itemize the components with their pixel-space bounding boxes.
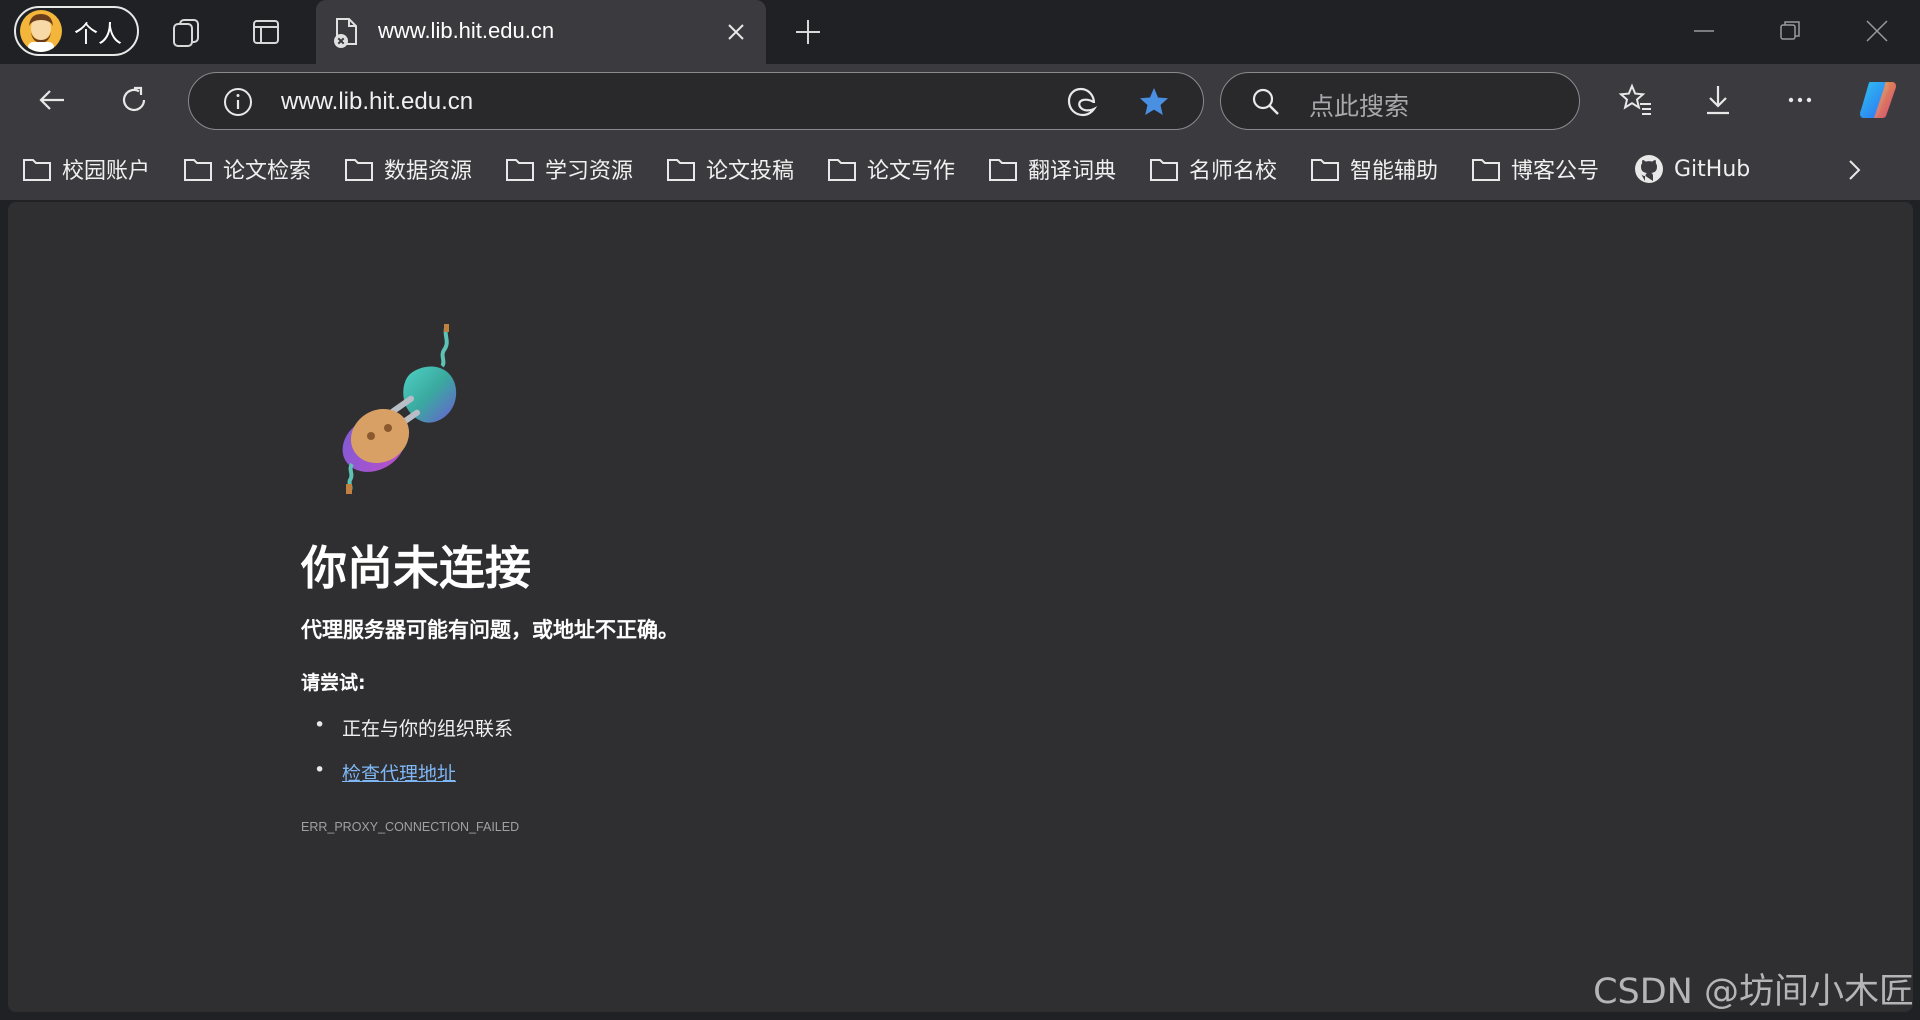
folder-icon <box>828 159 856 181</box>
page-error-icon <box>334 18 357 48</box>
bookmark-label: 学习资源 <box>545 159 634 184</box>
bookmark-folder[interactable]: 论文投稿 <box>666 152 794 186</box>
bookmark-folder[interactable]: 智能辅助 <box>1310 152 1438 186</box>
active-tab[interactable]: www.lib.hit.edu.cn <box>316 0 766 64</box>
bookmark-folder[interactable]: 校园账户 <box>22 152 150 186</box>
page-content: 你尚未连接 代理服务器可能有问题，或地址不正确。 请尝试: 正在与你的组织联系 … <box>8 202 1913 1012</box>
error-title: 你尚未连接 <box>301 541 531 595</box>
workspaces-icon[interactable] <box>168 14 204 50</box>
profile-label: 个人 <box>74 19 122 48</box>
folder-icon <box>1311 159 1339 181</box>
bookmark-label: 数据资源 <box>384 159 473 184</box>
suggestion-text: 正在与你的组织联系 <box>342 718 514 740</box>
error-subtitle: 代理服务器可能有问题，或地址不正确。 <box>301 618 679 642</box>
title-bar: 个人 www.lib.hit.edu.cn <box>0 0 1920 64</box>
favorites-icon[interactable] <box>1618 82 1654 118</box>
bookmark-label: 名师名校 <box>1189 159 1278 184</box>
folder-icon <box>1472 159 1500 181</box>
bookmark-label: 智能辅助 <box>1350 159 1439 184</box>
bookmark-label: 博客公号 <box>1511 159 1600 184</box>
bookmark-folder[interactable]: 翻译词典 <box>988 152 1116 186</box>
github-icon <box>1635 155 1663 183</box>
close-tab-icon[interactable] <box>724 20 748 44</box>
bookmark-folder[interactable]: 论文写作 <box>827 152 955 186</box>
bookmarks-bar: 校园账户 论文检索 数据资源 学习资源 论文投稿 论文写作 翻译词典 名师名校 … <box>0 138 1920 200</box>
folder-icon <box>989 159 1017 181</box>
bookmark-github[interactable]: GitHub <box>1634 152 1750 186</box>
close-window-icon[interactable] <box>1862 16 1892 46</box>
bookmark-folder[interactable]: 数据资源 <box>344 152 472 186</box>
try-label: 请尝试: <box>301 672 366 694</box>
watermark: CSDN @坊间小木匠 <box>1593 972 1914 1012</box>
bookmark-folder[interactable]: 名师名校 <box>1149 152 1277 186</box>
suggestion-list: 正在与你的组织联系 检查代理地址 <box>314 714 513 804</box>
list-item: 正在与你的组织联系 <box>314 714 513 759</box>
restore-icon[interactable] <box>1776 16 1806 46</box>
profile-button[interactable]: 个人 <box>14 6 139 56</box>
search-placeholder: 点此搜索 <box>1309 92 1410 121</box>
folder-icon <box>23 159 51 181</box>
refresh-icon[interactable] <box>116 82 152 118</box>
favorite-star-icon[interactable] <box>1137 85 1171 119</box>
bookmark-label: 校园账户 <box>62 159 151 184</box>
more-options-icon[interactable] <box>1782 82 1818 118</box>
folder-icon <box>345 159 373 181</box>
vertical-tabs-icon[interactable] <box>248 14 284 50</box>
downloads-icon[interactable] <box>1700 82 1736 118</box>
bookmark-label: 翻译词典 <box>1028 159 1117 184</box>
address-url[interactable]: www.lib.hit.edu.cn <box>281 88 473 116</box>
disconnected-plug-icon <box>342 324 457 494</box>
new-tab-icon[interactable] <box>790 14 826 50</box>
folder-icon <box>184 159 212 181</box>
minimize-icon[interactable] <box>1690 16 1720 46</box>
chevron-right-icon[interactable] <box>1840 156 1868 184</box>
bookmark-label: 论文检索 <box>223 159 312 184</box>
bookmark-label: 论文写作 <box>867 159 956 184</box>
tab-title: www.lib.hit.edu.cn <box>378 18 555 43</box>
list-item: 检查代理地址 <box>314 759 513 804</box>
bookmark-folder[interactable]: 学习资源 <box>505 152 633 186</box>
error-code: ERR_PROXY_CONNECTION_FAILED <box>301 820 520 834</box>
search-box[interactable]: 点此搜索 <box>1220 72 1580 130</box>
bookmark-folder[interactable]: 博客公号 <box>1471 152 1599 186</box>
back-icon[interactable] <box>34 82 70 118</box>
copilot-icon[interactable] <box>1856 78 1900 122</box>
folder-icon <box>1150 159 1178 181</box>
info-icon[interactable] <box>221 85 255 119</box>
folder-icon <box>506 159 534 181</box>
bookmark-folder[interactable]: 论文检索 <box>183 152 311 186</box>
folder-icon <box>667 159 695 181</box>
bookmark-label: GitHub <box>1674 156 1751 182</box>
avatar <box>20 10 62 52</box>
check-proxy-link[interactable]: 检查代理地址 <box>342 763 456 785</box>
search-icon <box>1252 88 1279 115</box>
bookmark-label: 论文投稿 <box>706 159 795 184</box>
edge-browser-icon[interactable] <box>1065 85 1099 119</box>
address-bar[interactable]: www.lib.hit.edu.cn <box>188 72 1204 130</box>
toolbar: www.lib.hit.edu.cn 点此搜索 <box>0 64 1920 138</box>
